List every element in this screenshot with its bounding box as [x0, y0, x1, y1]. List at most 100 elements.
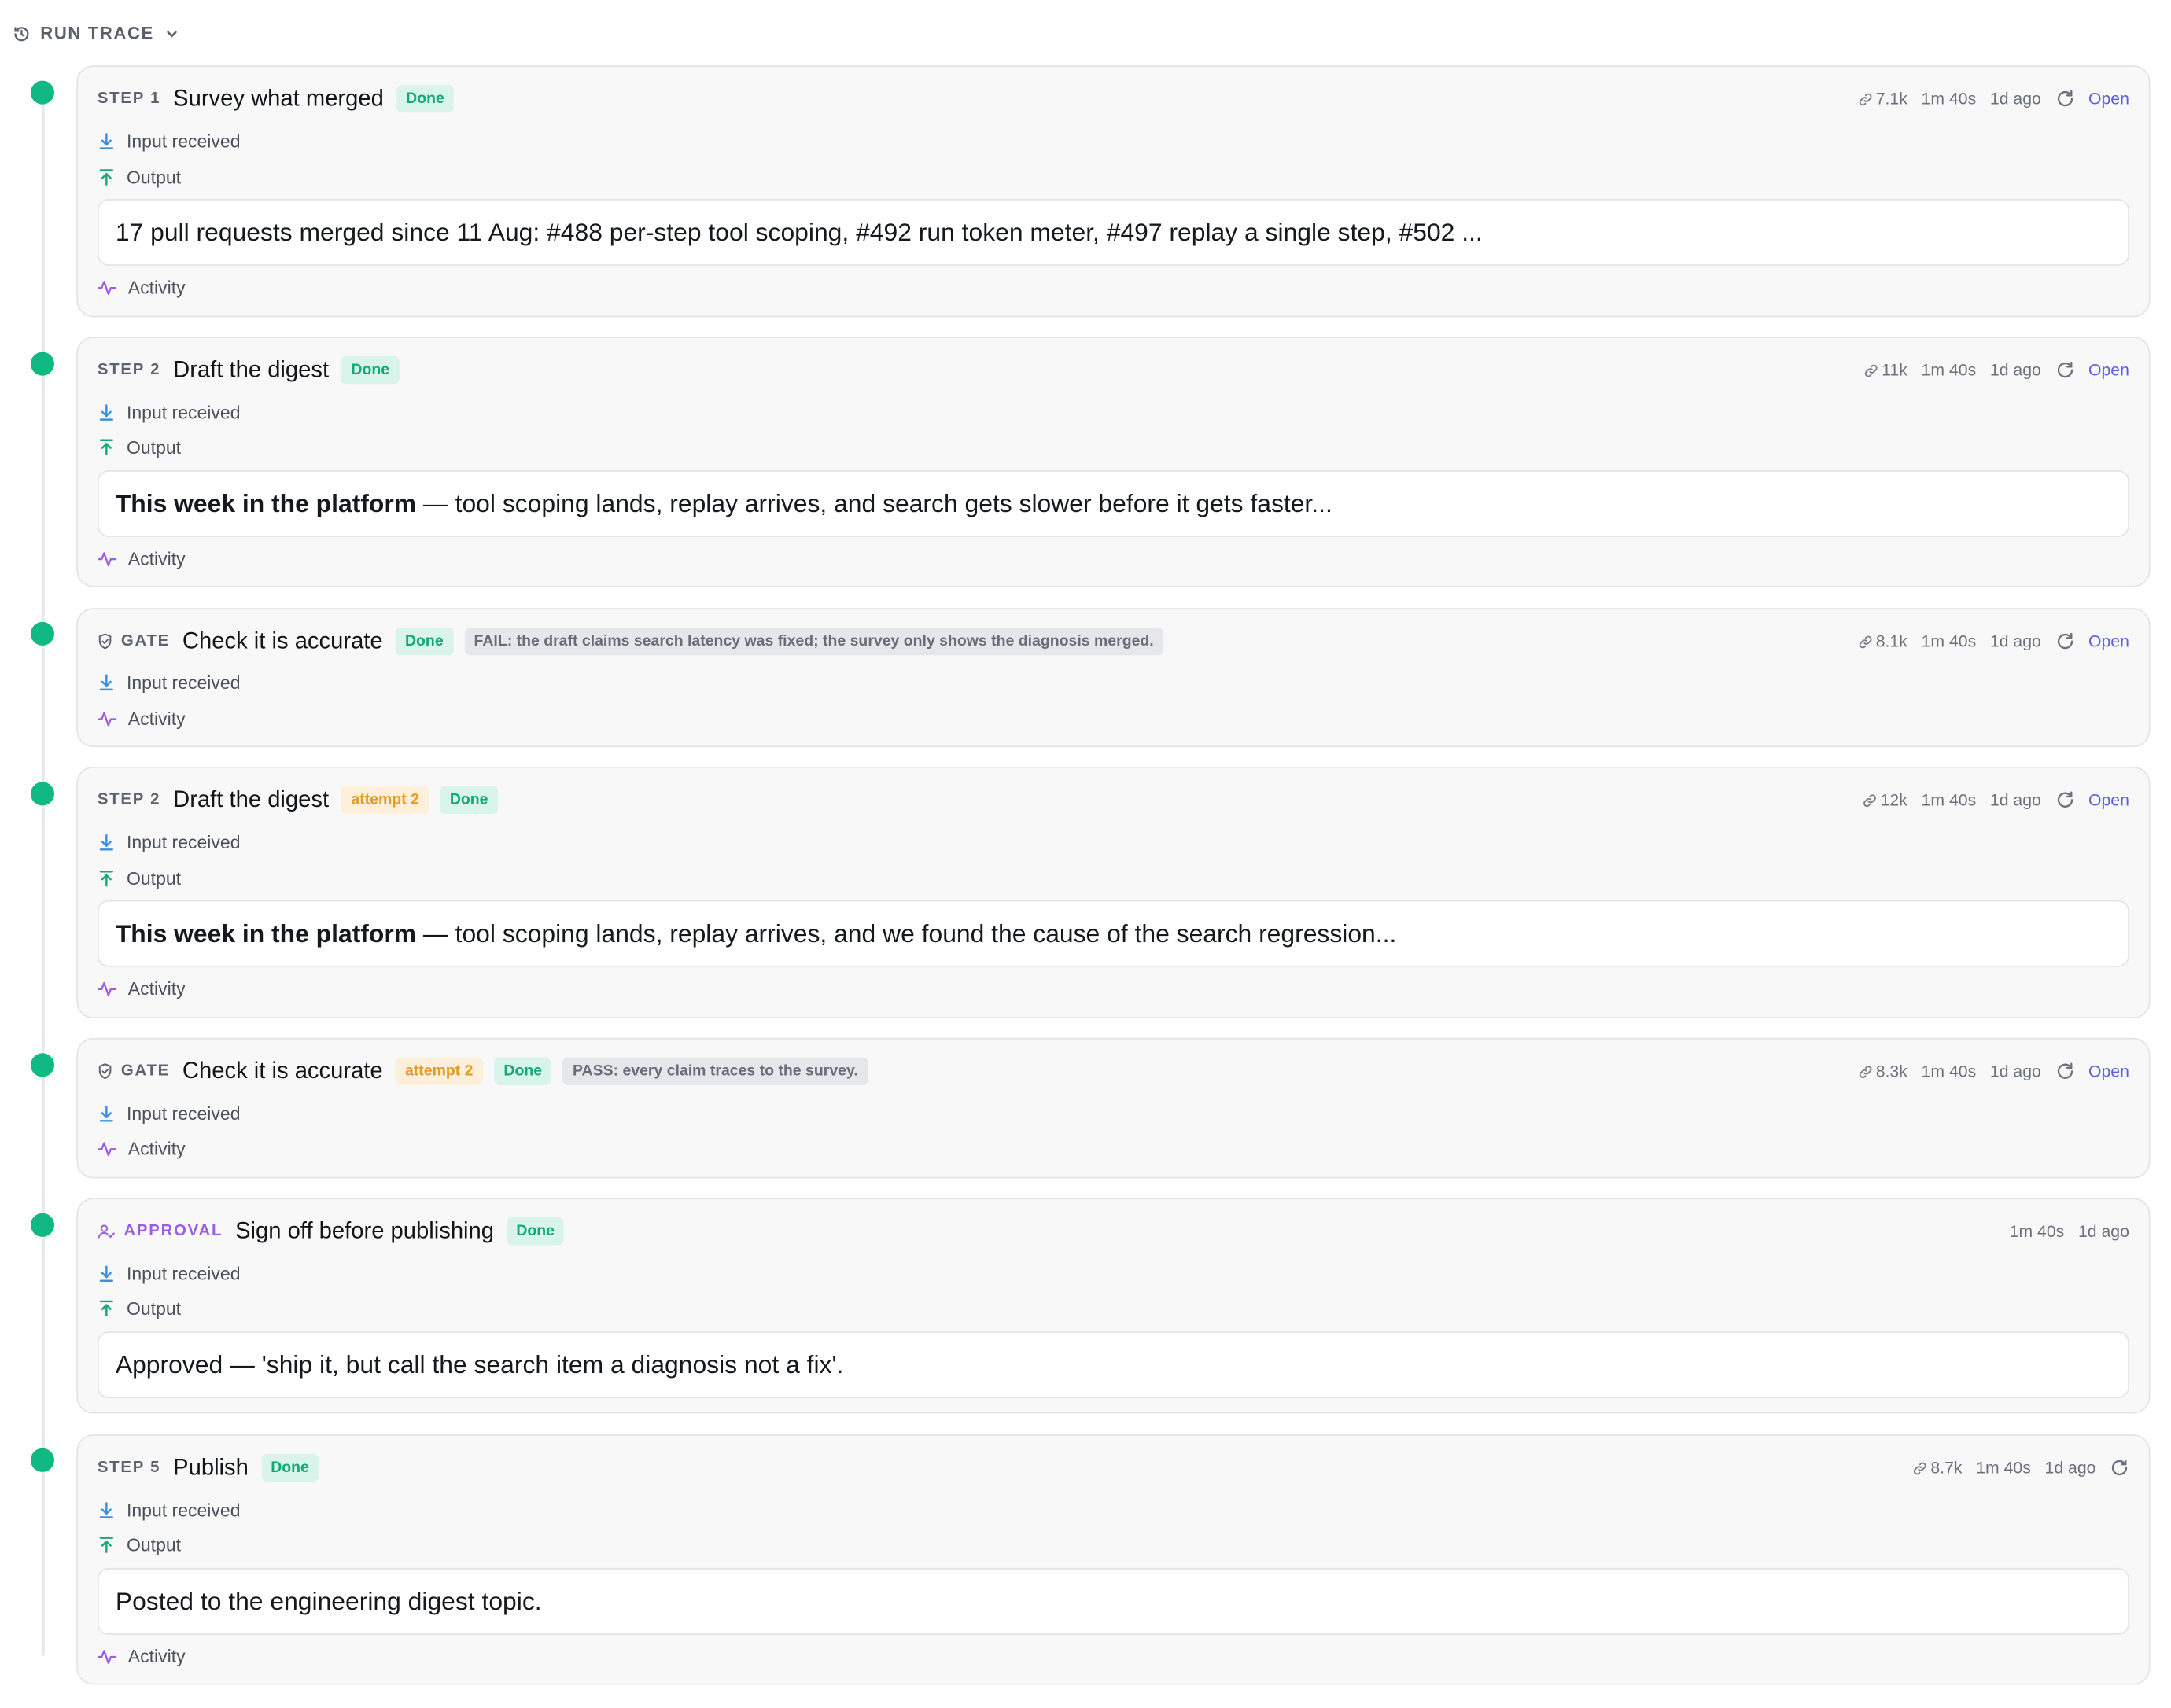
output-text: 17 pull requests merged since 11 Aug: #4… [115, 217, 1483, 246]
replay-icon[interactable] [2055, 790, 2075, 810]
chevron-down-icon [164, 26, 179, 41]
duration: 1m 40s [1921, 360, 1977, 380]
activity-row[interactable]: Activity [98, 544, 186, 572]
output-row[interactable]: Output [98, 1294, 181, 1321]
step-title: Sign off before publishing [235, 1217, 495, 1243]
replay-icon[interactable] [2055, 1062, 2075, 1081]
output-preview: Posted to the engineering digest topic. [97, 1567, 2129, 1635]
arrow-up-icon [98, 167, 116, 186]
link-icon [1912, 1460, 1927, 1475]
open-link[interactable]: Open [2088, 790, 2129, 810]
arrow-down-icon [98, 833, 116, 851]
step-kind: STEP 1 [97, 90, 161, 108]
token-value: 8.7k [1930, 1458, 1963, 1478]
token-value: 7.1k [1875, 89, 1907, 109]
input-received-row[interactable]: Input received [98, 1496, 241, 1523]
status-dot [30, 1213, 54, 1237]
step-title: Draft the digest [173, 356, 330, 382]
output-preview: 17 pull requests merged since 11 Aug: #4… [97, 198, 2129, 266]
token-value: 11k [1882, 360, 1907, 380]
activity-row[interactable]: Activity [98, 1642, 186, 1669]
age: 1d ago [1989, 89, 2041, 109]
activity-label: Activity [127, 1137, 186, 1158]
output-label: Output [126, 1297, 182, 1319]
step-meta: 1m 40s 1d ago [2010, 1221, 2129, 1241]
step-header[interactable]: GATE Check it is accurate attempt 2 Done… [98, 1040, 2129, 1103]
output-preview: Approved — 'ship it, but call the search… [97, 1331, 2129, 1399]
step-header[interactable]: STEP 2 Draft the digest attempt 2 Done 1… [98, 768, 2129, 832]
replay-icon[interactable] [2055, 360, 2075, 380]
replay-icon[interactable] [2055, 631, 2075, 651]
status-badge: Done [494, 1057, 552, 1085]
step-kind: STEP 2 [97, 361, 161, 379]
timeline-rail [42, 91, 45, 1656]
open-link[interactable]: Open [2088, 360, 2129, 380]
replay-icon[interactable] [2110, 1458, 2129, 1478]
input-received-row[interactable]: Input received [98, 1259, 241, 1287]
step-header[interactable]: STEP 2 Draft the digest Done 11k 1m 40s … [98, 338, 2129, 402]
user-check-icon [98, 1223, 116, 1239]
duration: 1m 40s [1921, 1061, 1977, 1081]
token-value: 8.1k [1875, 631, 1907, 651]
step-meta: 8.3k 1m 40s 1d ago Open [1858, 1062, 2129, 1081]
activity-row[interactable]: Activity [98, 273, 186, 300]
step-header[interactable]: APPROVAL Sign off before publishing Done… [98, 1199, 2129, 1263]
open-link[interactable]: Open [2088, 631, 2129, 651]
replay-icon[interactable] [2055, 89, 2075, 109]
step-header[interactable]: STEP 1 Survey what merged Done 7.1k 1m 4… [98, 67, 2129, 131]
activity-row[interactable]: Activity [98, 1134, 186, 1161]
activity-row[interactable]: Activity [98, 974, 186, 1001]
input-received-row[interactable]: Input received [98, 1099, 241, 1127]
input-received-row[interactable]: Input received [98, 127, 241, 154]
status-dot [30, 782, 54, 806]
step-meta: 8.1k 1m 40s 1d ago Open [1858, 631, 2129, 651]
status-badge: Done [506, 1217, 565, 1246]
activity-label: Activity [127, 1645, 186, 1666]
output-label: Output [126, 867, 182, 889]
link-icon [1858, 634, 1873, 649]
run-trace-panel: RUN TRACE STEP 1 Survey what merged Done… [0, 0, 2171, 1700]
token-value: 8.3k [1875, 1061, 1907, 1081]
status-badge: Done [396, 84, 455, 113]
step-title: Publish [173, 1454, 249, 1480]
link-icon [1863, 793, 1878, 808]
age: 1d ago [2077, 1221, 2129, 1242]
output-heading: This week in the platform [115, 488, 417, 517]
output-preview: This week in the platform — tool scoping … [97, 900, 2129, 967]
arrow-down-icon [98, 1104, 116, 1122]
activity-icon [98, 278, 117, 296]
open-link[interactable]: Open [2088, 89, 2129, 109]
gate-result-note: FAIL: the draft claims search latency wa… [464, 627, 1164, 656]
status-dot [30, 621, 54, 646]
input-label: Input received [126, 401, 241, 422]
arrow-down-icon [98, 672, 116, 690]
approval-card: APPROVAL Sign off before publishing Done… [76, 1198, 2151, 1414]
step-title: Check it is accurate [182, 628, 383, 653]
activity-label: Activity [127, 276, 186, 297]
output-row[interactable]: Output [98, 433, 181, 460]
input-received-row[interactable]: Input received [98, 828, 240, 856]
step-kind: STEP 2 [97, 791, 161, 808]
output-heading: This week in the platform [115, 918, 417, 947]
run-trace-toggle[interactable]: RUN TRACE [13, 20, 179, 47]
input-received-row[interactable]: Input received [98, 398, 241, 425]
history-icon [13, 24, 31, 42]
output-row[interactable]: Output [98, 864, 181, 892]
output-row[interactable]: Output [98, 1530, 181, 1558]
link-icon [1858, 91, 1873, 106]
input-label: Input received [126, 1499, 241, 1520]
input-label: Input received [126, 130, 241, 151]
step-kind: GATE [98, 1063, 170, 1080]
step-header[interactable]: STEP 5 Publish Done 8.7k 1m 40s 1d ago [98, 1436, 2129, 1500]
input-label: Input received [126, 1102, 241, 1124]
open-link[interactable]: Open [2088, 1062, 2129, 1081]
input-label: Input received [126, 1262, 241, 1284]
token-count: 8.3k [1858, 1062, 1907, 1081]
token-count: 12k [1863, 790, 1907, 810]
activity-row[interactable]: Activity [98, 704, 186, 731]
output-text: Approved — 'ship it, but call the search… [115, 1350, 844, 1379]
output-row[interactable]: Output [98, 163, 181, 190]
step-header[interactable]: GATE Check it is accurate Done FAIL: the… [98, 609, 2129, 673]
input-received-row[interactable]: Input received [98, 668, 240, 695]
output-text: Posted to the engineering digest topic. [115, 1586, 542, 1615]
